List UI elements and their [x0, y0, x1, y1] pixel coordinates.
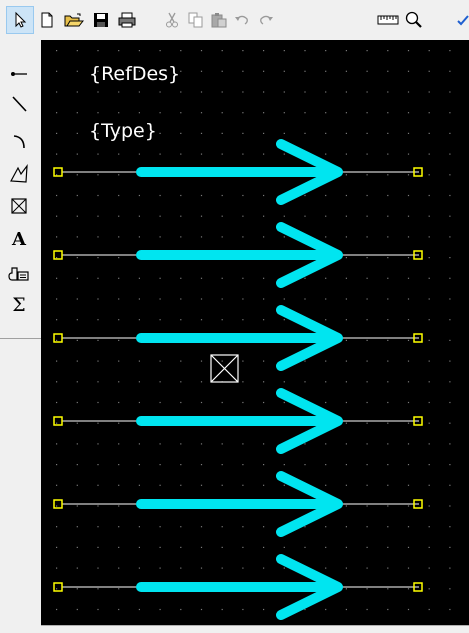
check-icon[interactable] [449, 6, 469, 34]
open-folder-icon[interactable] [60, 6, 88, 34]
arrow-shape [136, 554, 343, 620]
pin-tool-icon[interactable] [3, 61, 35, 86]
arrow-shape [136, 222, 343, 288]
text-tool-icon[interactable]: A [3, 227, 35, 252]
tool-palette: A Σ [0, 40, 41, 632]
select-arrow-icon[interactable] [6, 6, 34, 34]
origin-marker-cross [210, 354, 239, 383]
arrow-shape [136, 139, 343, 205]
arrow-shape [136, 305, 343, 371]
sum-tool-icon[interactable]: Σ [3, 292, 35, 317]
pin-end-left [53, 416, 63, 426]
arc-tool-icon[interactable] [3, 128, 35, 153]
redo-icon[interactable] [252, 6, 280, 34]
arrow-shape [136, 471, 343, 537]
pin-end-left [53, 582, 63, 592]
line-tool-icon[interactable] [3, 91, 35, 116]
pin-end-left [53, 167, 63, 177]
label-tool-icon[interactable] [3, 261, 35, 286]
polygon-tool-icon[interactable] [3, 161, 35, 186]
symbol-editor-canvas[interactable]: {RefDes} {Type} [41, 40, 469, 625]
pin-end-left [53, 333, 63, 343]
pin-end-left [53, 250, 63, 260]
refdes-label[interactable]: {RefDes} [89, 64, 180, 84]
pin-end-left [53, 499, 63, 509]
palette-separator [0, 338, 41, 339]
new-document-icon[interactable] [33, 6, 61, 34]
box-tool-icon[interactable] [3, 193, 35, 218]
main-toolbar [0, 0, 469, 41]
type-label[interactable]: {Type} [89, 121, 157, 141]
measure-ruler-icon[interactable] [374, 6, 402, 34]
zoom-icon[interactable] [400, 6, 428, 34]
arrow-shape [136, 388, 343, 454]
print-icon[interactable] [113, 6, 141, 34]
save-icon[interactable] [87, 6, 115, 34]
